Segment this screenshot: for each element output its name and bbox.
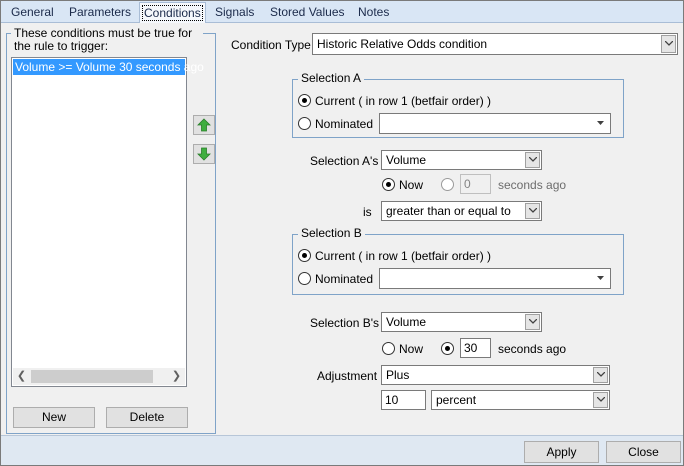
selection-a-field-select[interactable]: Volume: [381, 150, 542, 170]
adjustment-unit-value: percent: [436, 393, 477, 407]
selection-a-nominated-label: Nominated: [315, 117, 374, 131]
chevron-down-icon[interactable]: [661, 35, 676, 53]
new-button[interactable]: New: [13, 407, 95, 428]
tab-general[interactable]: General: [9, 5, 56, 23]
adjustment-unit-select[interactable]: percent: [431, 390, 610, 410]
selection-a-now-radio[interactable]: [382, 178, 395, 191]
delete-button[interactable]: Delete: [106, 407, 188, 428]
chevron-down-icon[interactable]: [525, 152, 540, 168]
comparison-label: is: [363, 205, 372, 219]
selection-b-seconds-input[interactable]: 30: [460, 338, 491, 358]
condition-type-value: Historic Relative Odds condition: [317, 37, 488, 51]
selection-b-ago-radio[interactable]: [441, 342, 454, 355]
selection-b-nominated-radio[interactable]: [298, 272, 311, 285]
selection-b-nominated-select[interactable]: [379, 268, 611, 289]
chevron-down-icon[interactable]: [525, 203, 540, 219]
apply-button[interactable]: Apply: [524, 441, 599, 463]
selection-a-seconds-ago-label: seconds ago: [498, 178, 567, 192]
scroll-thumb[interactable]: [31, 370, 153, 383]
tab-conditions[interactable]: Conditions: [139, 2, 206, 24]
selection-b-current-radio[interactable]: [298, 249, 311, 262]
condition-type-label: Condition Type: [231, 38, 311, 52]
condition-list-item[interactable]: Volume >= Volume 30 seconds ago: [13, 59, 204, 75]
scroll-left-icon[interactable]: ❮: [13, 368, 30, 385]
adjustment-amount-input[interactable]: 10: [381, 390, 426, 410]
close-button[interactable]: Close: [606, 441, 681, 463]
chevron-down-icon[interactable]: [525, 314, 540, 330]
chevron-down-icon[interactable]: [593, 367, 608, 383]
comparison-value: greater than or equal to: [386, 204, 511, 218]
tab-content: These conditions must be true for the ru…: [1, 23, 683, 435]
selection-b-now-label: Now: [399, 342, 424, 356]
selection-b-current-label: Current ( in row 1 (betfair order) ): [315, 249, 492, 263]
selection-b-field-value: Volume: [386, 315, 427, 329]
selection-a-nominated-radio[interactable]: [298, 117, 311, 130]
move-down-button[interactable]: [193, 144, 215, 164]
selection-b-now-radio[interactable]: [382, 342, 395, 355]
tab-notes[interactable]: Notes: [356, 5, 391, 23]
adjustment-type-value: Plus: [386, 368, 410, 382]
selection-a-nominated-select[interactable]: [379, 113, 611, 134]
tab-strip: General Parameters Conditions Signals St…: [1, 1, 683, 24]
chevron-down-icon[interactable]: [594, 114, 608, 133]
selection-b-seconds-ago-label: seconds ago: [498, 342, 567, 356]
selection-b-field-select[interactable]: Volume: [381, 312, 542, 332]
selection-a-now-label: Now: [399, 178, 424, 192]
selection-b-field-label: Selection B's: [310, 316, 379, 330]
adjustment-label: Adjustment: [317, 369, 378, 383]
selection-b-title: Selection B: [298, 227, 365, 240]
scroll-right-icon[interactable]: ❯: [168, 368, 185, 385]
comparison-select[interactable]: greater than or equal to: [381, 201, 542, 221]
condition-type-select[interactable]: Historic Relative Odds condition: [312, 33, 678, 55]
tab-signals[interactable]: Signals: [213, 5, 256, 23]
arrow-down-icon: [197, 147, 211, 161]
selection-a-ago-radio[interactable]: [441, 178, 454, 191]
horizontal-scrollbar[interactable]: ❮ ❯: [13, 368, 185, 385]
chevron-down-icon[interactable]: [593, 392, 608, 408]
tab-conditions-label: Conditions: [142, 5, 203, 21]
chevron-down-icon[interactable]: [594, 269, 608, 288]
tab-stored-values[interactable]: Stored Values: [268, 5, 347, 23]
move-up-button[interactable]: [193, 115, 215, 135]
selection-a-current-radio[interactable]: [298, 94, 311, 107]
selection-a-title: Selection A: [298, 72, 365, 85]
adjustment-type-select[interactable]: Plus: [381, 365, 610, 385]
selection-a-current-label: Current ( in row 1 (betfair order) ): [315, 94, 492, 108]
selection-a-field-label: Selection A's: [310, 154, 379, 168]
selection-a-seconds-input[interactable]: 0: [460, 174, 491, 194]
tab-parameters[interactable]: Parameters: [67, 5, 133, 23]
arrow-up-icon: [197, 118, 211, 132]
footer-bar: Apply Close: [1, 435, 683, 465]
selection-a-field-value: Volume: [386, 153, 427, 167]
conditions-group-title: These conditions must be true for the ru…: [11, 27, 203, 53]
conditions-list[interactable]: Volume >= Volume 30 seconds ago ❮ ❯: [11, 57, 204, 387]
selection-b-nominated-label: Nominated: [315, 272, 374, 286]
